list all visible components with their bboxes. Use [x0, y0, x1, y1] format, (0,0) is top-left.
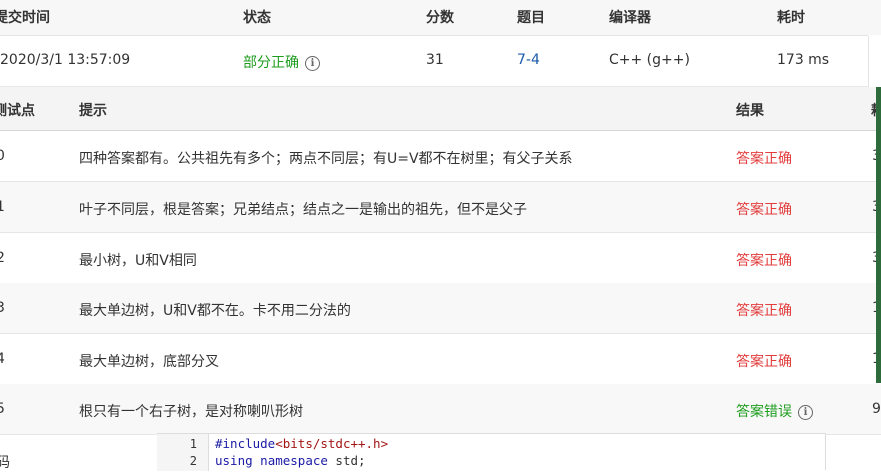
test-result: 答案正确 [736, 202, 792, 218]
submit-time: 2020/3/1 13:57:09 [0, 52, 131, 68]
code-token-include: <bits/stdc++.h> [275, 436, 389, 451]
test-hint: 最大单边树，底部分叉 [79, 354, 219, 370]
code-token-keyword: #include [215, 436, 276, 451]
table-row: 5 根只有一个右子树，是对称喇叭形树 答案错误 i 9 [0, 384, 881, 435]
elapsed-time: 173 ms [777, 52, 830, 68]
code-editor-border [825, 433, 826, 470]
code-line: #include<bits/stdc++.h> [215, 436, 388, 451]
table-row: 3 最大单边树，U和V都不在。卡不用二分法的 答案正确 1 [0, 283, 881, 334]
info-icon[interactable]: i [798, 405, 813, 420]
problem-link[interactable]: 7-4 [517, 52, 540, 68]
test-id: 1 [0, 199, 5, 215]
test-id: 5 [0, 401, 5, 417]
table-row: 4 最大单边树，底部分叉 答案正确 1 [0, 334, 881, 385]
test-result: 答案错误 [736, 404, 792, 420]
test-id: 0 [0, 148, 5, 164]
right-edge-panel-mid [868, 36, 881, 87]
code-token-rest: std; [327, 453, 366, 468]
score: 31 [426, 52, 444, 68]
right-edge-panel-top [868, 0, 881, 35]
test-hint: 根只有一个右子树，是对称喇叭形树 [79, 404, 303, 420]
test-result-wrong[interactable]: 答案错误 i [736, 401, 813, 421]
table-row: 1 叶子不同层，根是答案；兄弟结点；结点之一是输出的祖先，但不是父子 答案正确 … [0, 182, 881, 233]
table-row: 2 最小树，U和V相同 答案正确 3 [0, 233, 881, 284]
test-extra: 9 [872, 401, 881, 417]
col-compiler: 编译器 [609, 10, 651, 26]
col-elapsed: 耗时 [777, 10, 805, 26]
info-icon[interactable]: i [305, 56, 320, 71]
test-hint: 叶子不同层，根是答案；兄弟结点；结点之一是输出的祖先，但不是父子 [79, 202, 527, 218]
col-hint: 提示 [79, 103, 107, 119]
right-edge-strip [876, 87, 881, 383]
col-score: 分数 [426, 10, 454, 26]
test-id: 4 [0, 351, 5, 367]
test-result: 答案正确 [736, 151, 792, 167]
code-section-label: 码 [0, 455, 10, 471]
test-hint: 最小树，U和V相同 [79, 253, 197, 269]
col-submit-time: 提交时间 [0, 10, 50, 26]
test-result: 答案正确 [736, 253, 792, 269]
col-result: 结果 [736, 103, 764, 119]
compiler: C++ (g++) [609, 52, 690, 68]
code-token-namespace: namespace [260, 453, 328, 468]
code-line: using namespace std; [215, 453, 366, 468]
testcase-table-header: 测试点 提示 结果 耗 [0, 87, 881, 131]
line-number: 1 [189, 437, 197, 451]
test-id: 2 [0, 250, 5, 266]
test-hint: 四种答案都有。公共祖先有多个；两点不同层；有U=V都不在树里；有父子关系 [79, 151, 573, 167]
test-result: 答案正确 [736, 354, 792, 370]
col-test-id: 测试点 [0, 103, 35, 119]
code-token-keyword: using [215, 453, 253, 468]
col-status: 状态 [243, 10, 271, 26]
test-result: 答案正确 [736, 303, 792, 319]
col-problem: 题目 [517, 10, 545, 26]
table-row: 0 四种答案都有。公共祖先有多个；两点不同层；有U=V都不在树里；有父子关系 答… [0, 131, 881, 182]
status-badge[interactable]: 部分正确 i [243, 52, 320, 72]
test-id: 3 [0, 300, 5, 316]
line-number: 2 [189, 454, 197, 468]
status-text: 部分正确 [243, 55, 299, 71]
submission-row: 2020/3/1 13:57:09 部分正确 i 31 7-4 C++ (g++)… [0, 36, 868, 87]
submission-table-header: 提交时间 状态 分数 题目 编译器 耗时 [0, 0, 868, 36]
code-editor[interactable]: 1 2 #include<bits/stdc++.h> using namesp… [157, 433, 825, 471]
line-gutter: 1 2 [157, 434, 209, 471]
test-hint: 最大单边树，U和V都不在。卡不用二分法的 [79, 303, 351, 319]
